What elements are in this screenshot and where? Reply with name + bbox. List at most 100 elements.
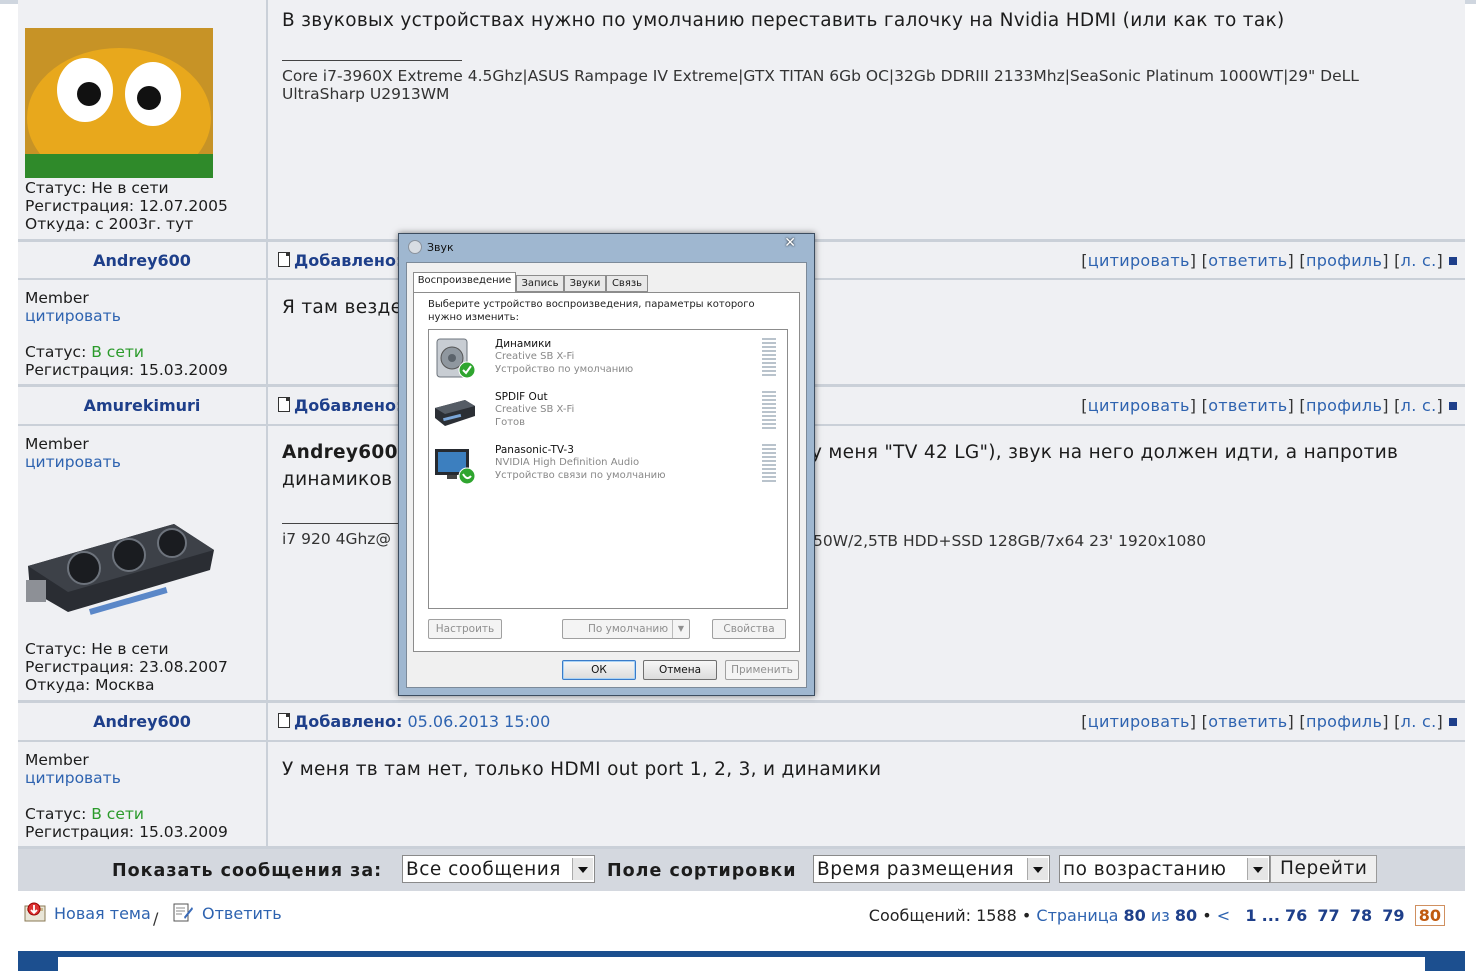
- level-meter: [762, 391, 776, 431]
- avatar[interactable]: [24, 520, 216, 616]
- page-link[interactable]: 77: [1317, 906, 1339, 925]
- messages-label: Сообщений:: [868, 906, 971, 925]
- sort-order-value: по возрастанию: [1063, 859, 1227, 880]
- speaker-icon: [436, 338, 476, 379]
- panel-description: Выберите устройство воспроизведения, пар…: [428, 299, 755, 323]
- post-4: Member цитировать Статус: В сети Регистр…: [18, 742, 1465, 846]
- column-divider: [266, 387, 268, 424]
- post-doc-icon[interactable]: [278, 713, 290, 728]
- location-value: с 2003г. тут: [95, 215, 194, 233]
- sort-order-select[interactable]: по возрастанию: [1059, 855, 1270, 883]
- device-state: Готов: [495, 417, 526, 428]
- quote-link[interactable]: цитировать: [1088, 251, 1190, 270]
- post-doc-icon[interactable]: [278, 252, 290, 267]
- username[interactable]: Amurekimuri: [18, 396, 266, 415]
- quote-link[interactable]: цитировать: [1088, 396, 1190, 415]
- reply-topic-link[interactable]: Ответить: [172, 902, 282, 923]
- signature-divider: [282, 523, 402, 524]
- device-driver: NVIDIA High Definition Audio: [495, 457, 640, 468]
- configure-button[interactable]: Настроить: [428, 619, 502, 639]
- footer-inner: [58, 957, 1425, 977]
- device-spdif[interactable]: SPDIF Out Creative SB X-Fi Готов: [429, 386, 785, 436]
- chevron-down-icon[interactable]: ▼: [672, 620, 689, 638]
- pm-link[interactable]: л. с.: [1401, 396, 1437, 415]
- device-name: SPDIF Out: [495, 391, 548, 403]
- device-list[interactable]: Динамики Creative SB X-Fi Устройство по …: [428, 329, 788, 609]
- page-label: Страница: [1036, 906, 1119, 925]
- reply-link[interactable]: ответить: [1208, 251, 1287, 270]
- tab-recording[interactable]: Запись: [516, 275, 564, 292]
- pm-link[interactable]: л. с.: [1401, 251, 1437, 270]
- tab-playback[interactable]: Воспроизведение: [413, 272, 516, 293]
- post-4-content: У меня тв там нет, только HDMI out port …: [268, 742, 1465, 846]
- prev-page-link[interactable]: <: [1217, 906, 1230, 925]
- post-anchor-icon[interactable]: [1449, 402, 1457, 410]
- pm-link[interactable]: л. с.: [1401, 712, 1437, 731]
- status-value: Не в сети: [91, 640, 169, 658]
- location-label: Откуда:: [25, 676, 91, 694]
- post-actions: [цитировать] [ответить] [профиль] [л. с.…: [1081, 396, 1457, 415]
- sound-dialog: Звук ✕ Запись Звуки Связь Воспроизведени…: [398, 233, 815, 696]
- quote-user-link[interactable]: цитировать: [25, 769, 228, 787]
- page-link[interactable]: 76: [1285, 906, 1307, 925]
- reply-link[interactable]: ответить: [1208, 396, 1287, 415]
- sort-field-label: Поле сортировки: [607, 861, 797, 881]
- tab-communications[interactable]: Связь: [606, 275, 648, 292]
- chevron-down-icon[interactable]: [1027, 858, 1048, 880]
- post-date: Добавлено:: [278, 251, 402, 270]
- cancel-button[interactable]: Отмена: [643, 660, 717, 680]
- post-anchor-icon[interactable]: [1449, 257, 1457, 265]
- reply-link[interactable]: ответить: [1208, 712, 1287, 731]
- added-label: Добавлено:: [294, 712, 403, 731]
- sort-field-select[interactable]: Время размещения: [813, 855, 1050, 883]
- username[interactable]: Andrey600: [18, 251, 266, 270]
- tab-sounds[interactable]: Звуки: [564, 275, 606, 292]
- device-speakers[interactable]: Динамики Creative SB X-Fi Устройство по …: [429, 333, 785, 383]
- post-doc-icon[interactable]: [278, 397, 290, 412]
- post-1-author-panel: Статус: Не в сети Регистрация: 12.07.200…: [18, 0, 266, 239]
- chevron-down-icon[interactable]: [572, 858, 593, 880]
- dialog-title: Звук: [427, 241, 454, 254]
- signature-divider: [282, 60, 462, 61]
- status-label: Статус:: [25, 179, 87, 197]
- quote-user-link[interactable]: цитировать: [25, 307, 228, 325]
- apply-button[interactable]: Применить: [725, 660, 799, 680]
- device-driver: Creative SB X-Fi: [495, 404, 575, 415]
- close-icon[interactable]: ✕: [784, 235, 796, 251]
- quote-link[interactable]: цитировать: [1088, 712, 1190, 731]
- device-panasonic-tv[interactable]: Panasonic-TV-3 NVIDIA High Definition Au…: [429, 439, 785, 489]
- properties-button[interactable]: Свойства: [712, 619, 786, 639]
- signature: i7 920 4Ghz@: [282, 523, 402, 548]
- ok-button[interactable]: ОК: [562, 660, 636, 680]
- status-label: Статус:: [25, 640, 87, 658]
- location-label: Откуда:: [25, 215, 91, 233]
- column-divider: [266, 426, 268, 700]
- post-3-author-panel: Member цитировать Статус: Не в сети Реги…: [18, 426, 266, 700]
- post-actions: [цитировать] [ответить] [профиль] [л. с.…: [1081, 712, 1457, 731]
- profile-link[interactable]: профиль: [1306, 251, 1382, 270]
- quote-user-link[interactable]: цитировать: [25, 453, 121, 471]
- username[interactable]: Andrey600: [18, 712, 266, 731]
- new-topic-link[interactable]: Новая тема: [24, 902, 151, 923]
- profile-link[interactable]: профиль: [1306, 712, 1382, 731]
- page-link[interactable]: 1: [1245, 906, 1256, 925]
- header-left: Andrey600: [18, 703, 266, 740]
- page-link[interactable]: 78: [1350, 906, 1372, 925]
- post-1-content: В звуковых устройствах нужно по умолчани…: [268, 0, 1465, 239]
- show-messages-select[interactable]: Все сообщения: [402, 855, 595, 883]
- profile-link[interactable]: профиль: [1306, 396, 1382, 415]
- post-anchor-icon[interactable]: [1449, 718, 1457, 726]
- added-date: 05.06.2013 15:00: [407, 712, 551, 731]
- column-divider: [266, 742, 268, 846]
- registration-label: Регистрация:: [25, 361, 135, 379]
- signature-text: i7 920 4Ghz@: [282, 530, 391, 548]
- page-link[interactable]: 79: [1382, 906, 1404, 925]
- column-divider: [266, 242, 268, 278]
- show-messages-value: Все сообщения: [406, 859, 561, 880]
- avatar[interactable]: [25, 28, 213, 178]
- quoted-username: Andrey600: [282, 442, 398, 463]
- set-default-button[interactable]: По умолчанию ▼: [562, 619, 690, 639]
- go-button[interactable]: Перейти: [1270, 855, 1378, 883]
- chevron-down-icon[interactable]: [1247, 858, 1268, 880]
- user-rank: Member: [25, 435, 89, 453]
